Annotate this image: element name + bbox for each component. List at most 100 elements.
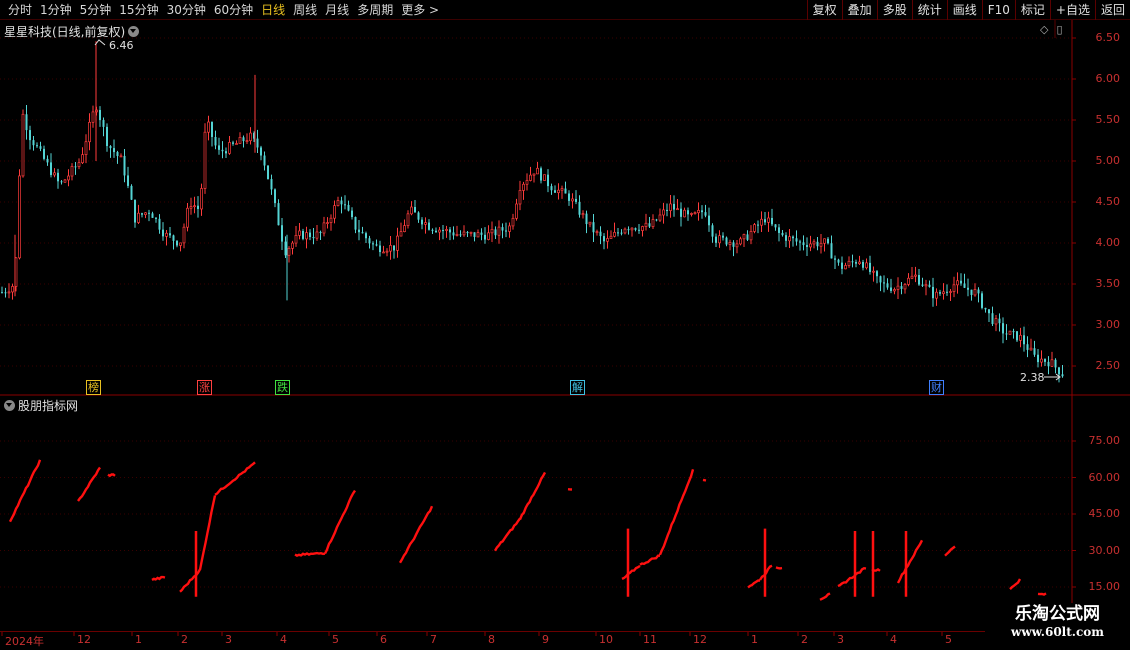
candle-body: [680, 208, 682, 217]
candle-body: [21, 113, 25, 177]
price-tick-label: 5.50: [1095, 113, 1121, 126]
candle-body: [406, 213, 410, 226]
candle-body: [417, 212, 420, 220]
candle-body: [886, 283, 889, 288]
candle-body: [382, 251, 385, 254]
candle-body: [588, 221, 592, 225]
candle-body: [802, 242, 805, 246]
price-tick-label: 5.00: [1095, 154, 1121, 167]
event-marker[interactable]: 跌: [275, 380, 290, 395]
candle-body: [687, 210, 689, 215]
chevron-down-icon[interactable]: [4, 400, 15, 411]
candle-body: [749, 231, 753, 241]
date-tick-label: 1: [751, 633, 758, 646]
candle-body: [1047, 361, 1050, 367]
candle-body: [60, 181, 63, 183]
candle-body: [620, 232, 623, 234]
event-marker[interactable]: 财: [929, 380, 944, 395]
indicator-line: [1037, 592, 1047, 596]
candle-body: [841, 262, 843, 269]
candle-body: [554, 190, 556, 193]
price-tick-label: 6.50: [1095, 31, 1121, 44]
candle-body: [638, 229, 640, 231]
candle-body: [518, 190, 522, 205]
chart-canvas[interactable]: [0, 0, 1130, 650]
candle-body: [351, 210, 353, 218]
candle-body: [179, 242, 182, 246]
candle-body: [256, 138, 259, 148]
candle-body: [711, 225, 714, 237]
candle-body: [988, 309, 990, 314]
candle-body: [578, 201, 581, 215]
candle-body: [949, 291, 952, 293]
price-tick-label: 4.50: [1095, 195, 1121, 208]
indicator-line: [1009, 578, 1022, 590]
candle-body: [438, 229, 441, 233]
date-axis: 2024年 12 1 2 3 4 5 6 7 8 9 10 11 12 1 2 3 4 5: [0, 631, 1072, 650]
candle-body: [260, 147, 262, 156]
candle-body: [487, 232, 490, 240]
indicator-line: [775, 566, 783, 570]
candle-body: [4, 292, 7, 294]
candle-body: [952, 284, 956, 292]
watermark: 乐淘公式网 www.60lt.com: [985, 603, 1130, 650]
candle-body: [214, 136, 217, 146]
candle-body: [557, 189, 560, 194]
candle-body: [242, 137, 245, 142]
candle-body: [560, 188, 564, 191]
candle-body: [998, 318, 1001, 324]
candle-body: [1002, 323, 1004, 334]
high-price-label: 6.46: [109, 39, 134, 52]
candle-body: [319, 231, 322, 234]
candle-body: [186, 207, 189, 228]
date-tick-label: 7: [430, 633, 437, 646]
candle-body: [872, 270, 875, 273]
candle-body: [921, 284, 924, 286]
candle-body: [785, 235, 787, 241]
candle-body: [977, 289, 980, 294]
candle-body: [287, 248, 291, 256]
candle-body: [127, 175, 129, 186]
candle-body: [32, 140, 35, 146]
candle-body: [484, 234, 486, 240]
candle-body: [393, 245, 395, 251]
candle-body: [162, 229, 164, 237]
candle-body: [424, 222, 427, 225]
candle-body: [742, 234, 746, 240]
candle-body: [862, 261, 864, 268]
candle-body: [235, 143, 238, 145]
candle-body: [932, 286, 934, 299]
event-marker[interactable]: 涨: [197, 380, 212, 395]
candle-body: [302, 230, 304, 239]
indicator-title[interactable]: 股朋指标网: [4, 397, 78, 414]
candle-body: [249, 132, 252, 142]
indicator-tick-label: 45.00: [1088, 507, 1121, 520]
candle-body: [890, 287, 892, 291]
event-marker[interactable]: 榜: [86, 380, 101, 395]
candle-body: [536, 167, 539, 175]
price-tick-label: 3.50: [1095, 277, 1121, 290]
indicator-tick-label: 60.00: [1088, 470, 1121, 484]
candle-body: [855, 262, 857, 264]
candle-body: [1008, 330, 1012, 335]
candle-body: [788, 236, 791, 242]
event-marker[interactable]: 解: [570, 380, 585, 395]
indicator-line: [518, 471, 547, 520]
candle-body: [676, 208, 679, 211]
candle-body: [267, 165, 269, 180]
candle-body: [753, 224, 756, 232]
candle-body: [644, 222, 648, 227]
candle-body: [245, 140, 249, 143]
candle-body: [91, 111, 95, 123]
date-tick-label: 6: [380, 633, 387, 646]
candle-body: [270, 179, 273, 190]
candle-body: [228, 142, 231, 154]
candle-body: [315, 231, 319, 239]
candle-body: [148, 212, 150, 214]
candle-body: [399, 231, 403, 237]
candle-body: [396, 235, 399, 251]
candle-body: [806, 245, 808, 247]
candle-body: [469, 231, 473, 234]
candle-body: [1033, 348, 1036, 355]
candle-body: [823, 238, 826, 244]
